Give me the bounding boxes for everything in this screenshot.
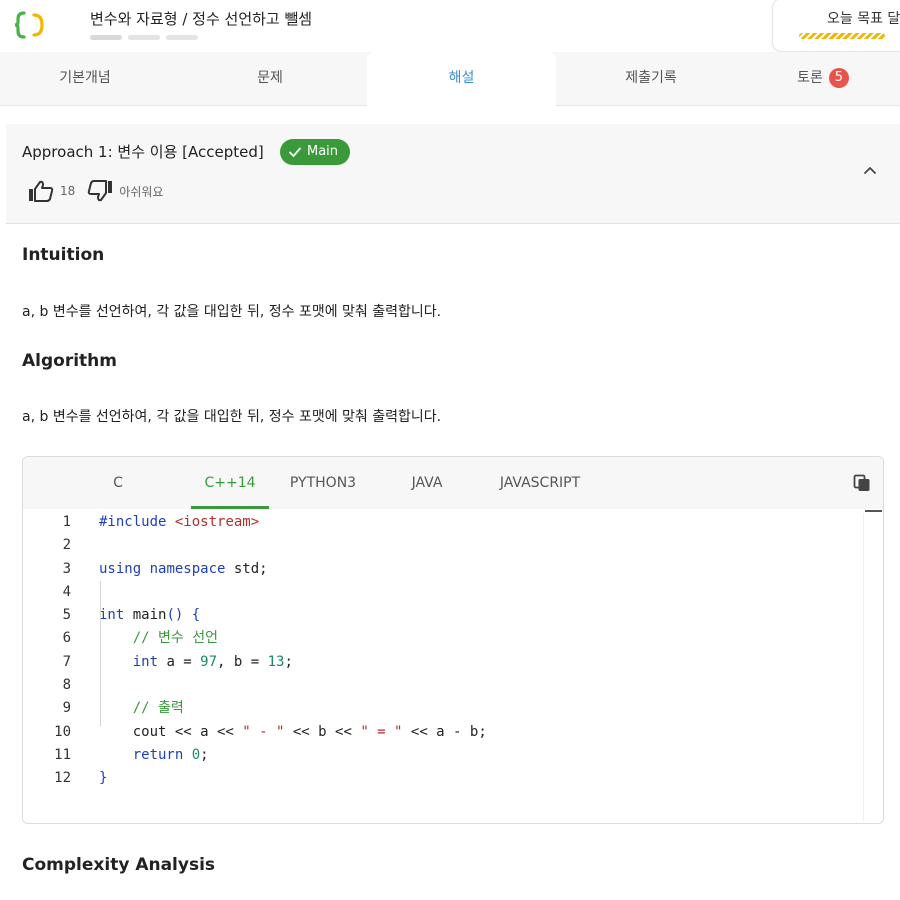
code-line: 6 // 변수 선언 [62,630,218,647]
tab-problem[interactable]: 문제 [180,52,360,105]
approach-title: Approach 1: 변수 이용 [Accepted] [22,143,264,161]
likes-count: 18 [60,184,76,198]
code-line: 10 cout << a << " - " << b << " = " << a… [54,723,487,740]
chevron-up-icon[interactable] [862,162,878,178]
tab-basics[interactable]: 기본개념 [0,52,170,105]
algorithm-heading: Algorithm [22,351,117,371]
language-tab-javascript[interactable]: JAVASCRIPT [485,457,595,509]
code-line: 2 [62,537,71,554]
thumbs-down-icon[interactable] [87,180,113,202]
discussion-count-badge: 5 [828,68,849,88]
tab-solution[interactable]: 해설 [367,52,556,106]
progress-indicator [90,35,198,40]
tab-discussion[interactable]: 토론 5 [746,52,900,105]
vote-row: 18 아쉬워요 [28,180,163,202]
code-line: 5 int main() { [62,607,201,624]
code-line: 1 #include <iostream> [62,514,260,530]
code-scrollbar-track[interactable] [863,513,864,821]
daily-goal-progress [799,33,885,39]
language-tab-c[interactable]: C [95,457,141,509]
main-badge: Main [280,139,351,165]
code-line: 8 [62,677,71,694]
course-title: 변수와 자료형 / 정수 선언하고 뺄셈 [90,10,313,28]
algorithm-text: a, b 변수를 선언하여, 각 값을 대입한 뒤, 정수 포맷에 맞춰 출력합… [22,409,442,425]
code-line: 3 using namespace std; [62,560,268,577]
complexity-heading: Complexity Analysis [22,855,216,875]
tab-submissions[interactable]: 제출기록 [556,52,746,105]
indent-guide [100,581,101,726]
dislike-label: 아쉬워요 [119,184,164,199]
code-line: 7 int a = 97, b = 13; [62,653,293,670]
code-scrollbar-thumb[interactable] [865,510,882,512]
code-line: 11 return 0; [54,746,209,763]
daily-goal-box[interactable]: 오늘 목표 달 [772,0,900,52]
daily-goal-label: 오늘 목표 달 [827,11,900,27]
intuition-heading: Intuition [22,245,105,265]
approach-header[interactable]: Approach 1: 변수 이용 [Accepted] Main 18 아쉬워… [6,124,900,224]
code-block: 1 #include <iostream> 2 3 using namespace … [23,511,863,791]
top-header: 변수와 자료형 / 정수 선언하고 뺄셈 오늘 목표 달 [0,0,900,52]
logo-icon[interactable] [14,10,48,40]
code-line: 12} [54,770,108,787]
language-tab-cpp14[interactable]: C++14 [191,457,269,509]
language-tabs: C C++14 PYTHON3 JAVA JAVASCRIPT [23,457,883,509]
code-line: 9 // 출력 [62,700,184,717]
language-tab-python3[interactable]: PYTHON3 [279,457,367,509]
copy-icon[interactable] [853,474,871,492]
language-tab-java[interactable]: JAVA [399,457,455,509]
main-tabs: 기본개념 문제 해설 제출기록 토론 5 [0,52,900,106]
thumbs-up-icon[interactable] [28,180,54,202]
code-line: 4 [62,583,71,600]
code-viewer: C C++14 PYTHON3 JAVA JAVASCRIPT 1 #includ… [22,456,884,824]
intuition-text: a, b 변수를 선언하여, 각 값을 대입한 뒤, 정수 포맷에 맞춰 출력합… [22,304,442,320]
check-icon [289,147,301,157]
